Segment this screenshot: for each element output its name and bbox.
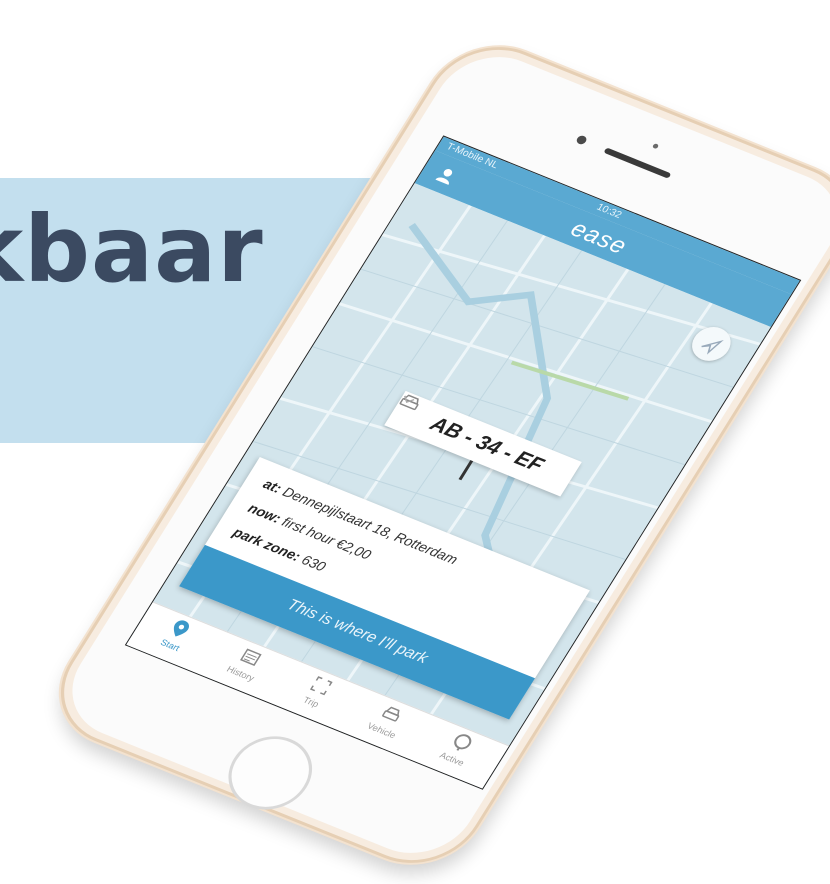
car-icon <box>382 706 400 722</box>
zone-value: 630 <box>295 550 330 575</box>
phone-face: T-Mobile NL 10:32 ease AB - 34 - EF at: … <box>50 40 830 870</box>
home-button[interactable] <box>213 724 328 822</box>
proximity-sensor <box>651 143 660 150</box>
active-parking-icon <box>454 734 472 751</box>
front-camera-icon <box>574 134 589 146</box>
profile-icon[interactable] <box>433 164 459 186</box>
banner-headline: kbaar <box>0 196 264 303</box>
map-pin-icon <box>173 620 189 637</box>
trip-icon <box>309 676 333 696</box>
history-icon <box>240 648 262 666</box>
phone-mockup: T-Mobile NL 10:32 ease AB - 34 - EF at: … <box>35 28 830 882</box>
earpiece-speaker <box>603 147 672 179</box>
